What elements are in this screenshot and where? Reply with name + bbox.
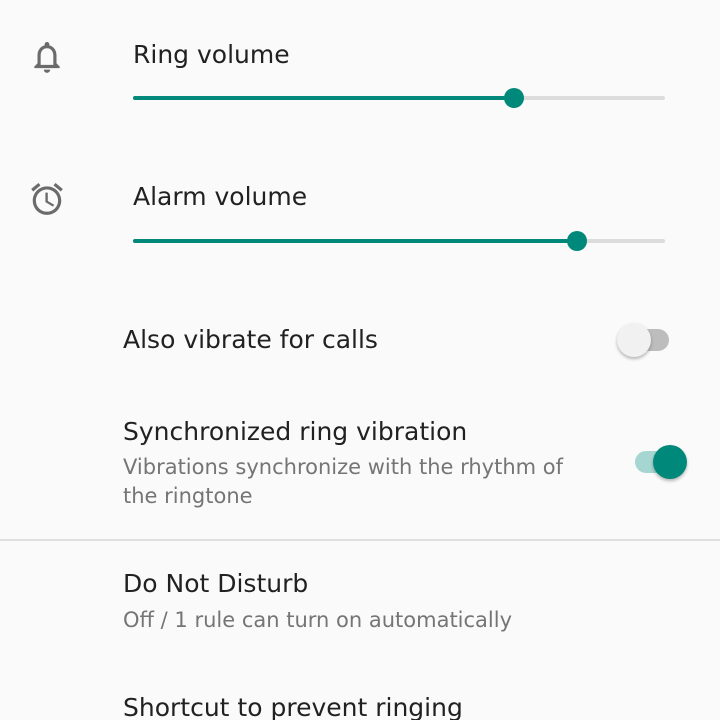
- ring-volume-label: Ring volume: [133, 40, 290, 69]
- synchronized-vibration-label: Synchronized ring vibration: [123, 417, 468, 446]
- alarm-volume-fill: [133, 239, 577, 243]
- ring-volume-row: Ring volume: [0, 0, 720, 120]
- alarm-volume-slider[interactable]: [133, 226, 665, 256]
- synchronized-vibration-switch-thumb[interactable]: [653, 445, 687, 479]
- alarm-clock-icon: [28, 180, 66, 218]
- prevent-ringing-label: Shortcut to prevent ringing: [123, 693, 463, 720]
- ring-volume-slider[interactable]: [133, 83, 665, 113]
- sound-settings-screen: Ring volume Alarm volume Also vibrate fo…: [0, 0, 720, 720]
- synchronized-vibration-switch[interactable]: [627, 442, 687, 482]
- do-not-disturb-label: Do Not Disturb: [123, 569, 309, 598]
- vibrate-for-calls-switch[interactable]: [617, 320, 677, 360]
- ring-volume-fill: [133, 96, 514, 100]
- vibrate-for-calls-label: Also vibrate for calls: [123, 325, 378, 354]
- vibrate-for-calls-switch-thumb[interactable]: [617, 323, 651, 357]
- alarm-volume-label: Alarm volume: [133, 182, 308, 211]
- synchronized-vibration-summary: Vibrations synchronize with the rhythm o…: [123, 455, 564, 508]
- do-not-disturb-summary: Off / 1 rule can turn on automatically: [123, 608, 513, 632]
- section-divider: [0, 539, 720, 541]
- alarm-volume-thumb[interactable]: [567, 231, 587, 251]
- alarm-volume-row: Alarm volume: [0, 142, 720, 262]
- ring-volume-thumb[interactable]: [504, 88, 524, 108]
- bell-icon: [28, 38, 66, 76]
